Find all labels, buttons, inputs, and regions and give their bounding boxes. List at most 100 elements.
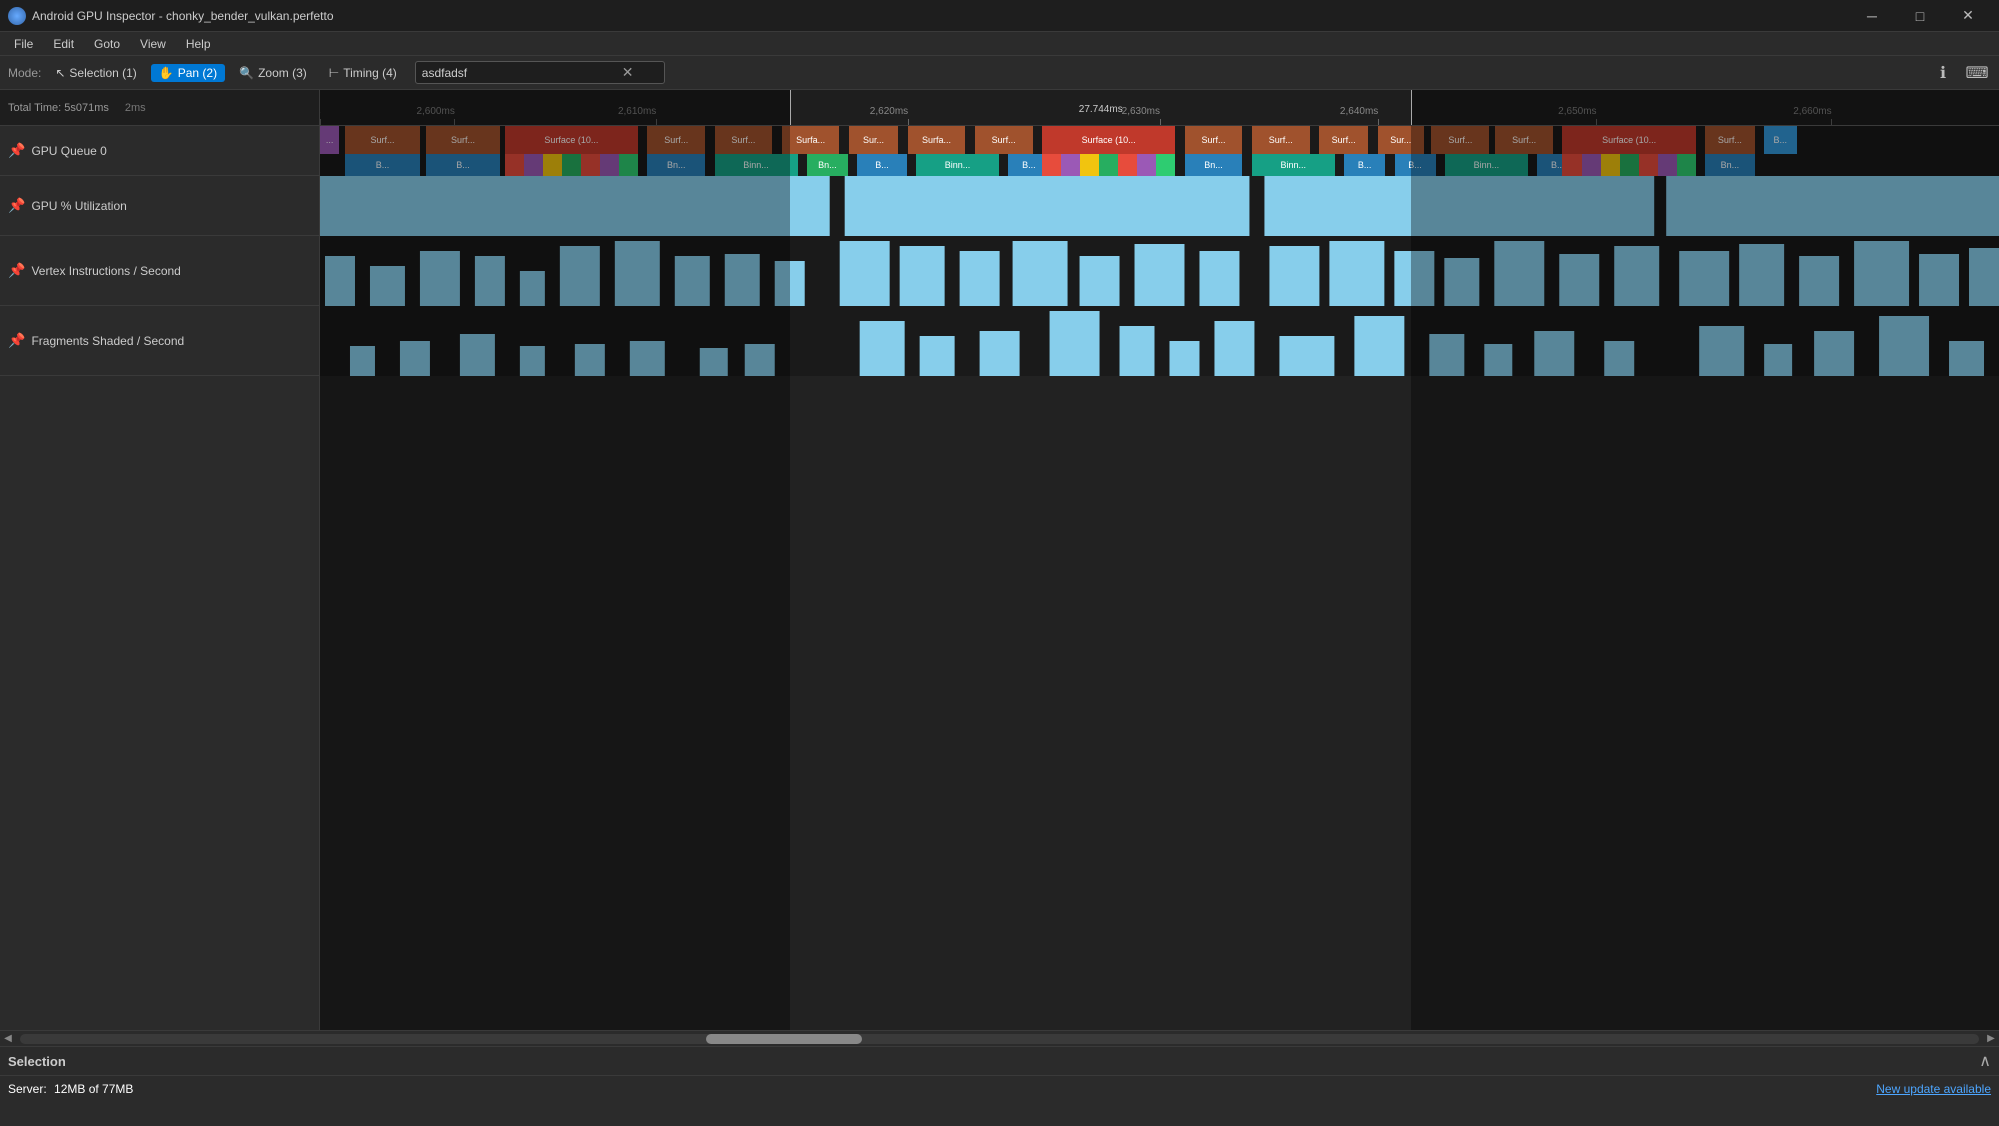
- gpu-util-content[interactable]: [320, 176, 1999, 236]
- timeline-header: Total Time: 5s071ms 2ms 2,590ms2,600ms2,…: [0, 90, 1999, 126]
- info-button[interactable]: ℹ: [1929, 59, 1957, 87]
- gpu-queue-segment-bottom[interactable]: Binn...: [1252, 154, 1336, 176]
- gpu-queue-segment-top[interactable]: Surfa...: [782, 126, 841, 154]
- mode-pan[interactable]: ✋ Pan (2): [151, 64, 225, 82]
- window-title: Android GPU Inspector - chonky_bender_vu…: [32, 9, 1849, 23]
- pin-icon-fragments[interactable]: 📌: [8, 332, 25, 349]
- menu-help[interactable]: Help: [176, 35, 221, 53]
- gpu-queue-segment-top[interactable]: Surface (10...: [1562, 126, 1696, 154]
- gpu-queue-segment-bottom[interactable]: B...: [857, 154, 907, 176]
- gpu-queue-segment-top[interactable]: Sur...: [849, 126, 899, 154]
- gpu-queue-segment-bottom[interactable]: Binn...: [1445, 154, 1529, 176]
- gpu-queue-segment-top[interactable]: Surf...: [975, 126, 1034, 154]
- scrollbar-area: ◀ ▶: [0, 1030, 1999, 1046]
- search-clear-button[interactable]: ✕: [622, 64, 634, 81]
- ruler-tick: 2,660ms: [1831, 119, 1832, 125]
- gpu-queue-segment-top[interactable]: ...: [320, 126, 340, 154]
- search-container: ✕: [415, 61, 665, 84]
- gpu-queue-segment-top[interactable]: Surface (10...: [505, 126, 639, 154]
- ruler-tick: 2,600ms: [454, 119, 455, 125]
- gpu-queue-segment-top[interactable]: Surf...: [1319, 126, 1369, 154]
- menu-file[interactable]: File: [4, 35, 43, 53]
- gpu-queue-segment-top[interactable]: Sur...: [1378, 126, 1425, 154]
- gpu-queue-segment-top[interactable]: Surf...: [1495, 126, 1554, 154]
- scroll-thumb[interactable]: [706, 1034, 863, 1044]
- gpu-queue-content[interactable]: ...Surf...Surf...Surface (10...Surf...Su…: [320, 126, 1999, 176]
- fragments-chart: [320, 306, 1999, 376]
- menu-edit[interactable]: Edit: [43, 35, 84, 53]
- gpu-queue-segment-top[interactable]: Surf...: [1431, 126, 1490, 154]
- bottom-panel-header: Selection ∧: [0, 1047, 1999, 1076]
- gpu-queue-segment-bottom[interactable]: Bn...: [1185, 154, 1244, 176]
- gpu-queue-segment-bottom[interactable]: [505, 154, 639, 176]
- empty-content-col: [320, 376, 1999, 1030]
- gpu-util-label: GPU % Utilization: [31, 199, 126, 213]
- track-row-vertex: 📌 Vertex Instructions / Second: [0, 236, 1999, 306]
- gpu-queue-segment-bottom[interactable]: Binn...: [916, 154, 1000, 176]
- fragments-content[interactable]: [320, 306, 1999, 376]
- gpu-queue-segment-top[interactable]: Surf...: [1252, 126, 1311, 154]
- gpu-queue-segment-bottom[interactable]: Bn...: [807, 154, 849, 176]
- server-value: 12MB of 77MB: [54, 1082, 133, 1096]
- ruler-label-area: Total Time: 5s071ms 2ms: [0, 90, 320, 125]
- shortcut-button[interactable]: ⌨: [1963, 59, 1991, 87]
- track-row-fragments: 📌 Fragments Shaded / Second: [0, 306, 1999, 376]
- menu-goto[interactable]: Goto: [84, 35, 130, 53]
- gpu-queue-segment-top[interactable]: Surf...: [1705, 126, 1755, 154]
- gpu-queue-segment-bottom[interactable]: B...: [1395, 154, 1437, 176]
- gpu-queue-segment-bottom[interactable]: [1042, 154, 1176, 176]
- mode-timing[interactable]: ⊢ Timing (4): [321, 64, 405, 82]
- scroll-track[interactable]: [20, 1034, 1979, 1044]
- minimize-button[interactable]: ─: [1849, 0, 1895, 32]
- scale-label: 2ms: [125, 102, 146, 114]
- pin-icon-gpu-util[interactable]: 📌: [8, 197, 25, 214]
- menu-view[interactable]: View: [130, 35, 176, 53]
- track-label-vertex: 📌 Vertex Instructions / Second: [0, 236, 320, 305]
- collapse-button[interactable]: ∧: [1979, 1051, 1991, 1071]
- selection-icon: ↖: [55, 66, 65, 80]
- timing-icon: ⊢: [329, 66, 339, 80]
- gpu-queue-segment-top[interactable]: Surf...: [1185, 126, 1244, 154]
- gpu-queue-segment-top[interactable]: B...: [1764, 126, 1798, 154]
- gpu-queue-segment-top[interactable]: Surf...: [647, 126, 706, 154]
- ruler-tick: 2,610ms: [656, 119, 657, 125]
- pin-icon-vertex[interactable]: 📌: [8, 262, 25, 279]
- toolbar: Mode: ↖ Selection (1) ✋ Pan (2) 🔍 Zoom (…: [0, 56, 1999, 90]
- gpu-queue-segment-top[interactable]: Surf...: [345, 126, 421, 154]
- gpu-queue-segment-top[interactable]: Surf...: [426, 126, 502, 154]
- fragments-label: Fragments Shaded / Second: [31, 334, 184, 348]
- gpu-queue-segment-bottom[interactable]: B...: [1344, 154, 1386, 176]
- scroll-right-arrow[interactable]: ▶: [1983, 1031, 1999, 1047]
- track-label-gpu-queue: 📌 GPU Queue 0: [0, 126, 320, 175]
- gpu-queue-segment-top[interactable]: Surfa...: [908, 126, 967, 154]
- server-info: Server: 12MB of 77MB: [8, 1082, 133, 1096]
- gpu-queue-segment-top[interactable]: Surf...: [715, 126, 774, 154]
- zoom-icon: 🔍: [239, 66, 254, 80]
- pin-icon-gpu-queue[interactable]: 📌: [8, 142, 25, 159]
- gpu-queue-label: GPU Queue 0: [31, 144, 106, 158]
- ruler-tick: 2,650ms: [1596, 119, 1597, 125]
- maximize-button[interactable]: □: [1897, 0, 1943, 32]
- gpu-queue-segment-bottom[interactable]: B...: [345, 154, 421, 176]
- empty-area: [0, 376, 1999, 1030]
- timeline-ruler[interactable]: 2,590ms2,600ms2,610ms2,620ms2,630ms2,640…: [320, 90, 1999, 125]
- selection-title: Selection: [8, 1054, 66, 1069]
- pan-label: Pan (2): [178, 66, 217, 80]
- gpu-queue-segment-bottom[interactable]: Bn...: [1705, 154, 1755, 176]
- gpu-queue-segment-bottom[interactable]: B...: [426, 154, 502, 176]
- gpu-queue-segment-bottom[interactable]: [1562, 154, 1696, 176]
- search-input[interactable]: [422, 66, 622, 80]
- scroll-left-arrow[interactable]: ◀: [0, 1031, 16, 1047]
- mode-selection[interactable]: ↖ Selection (1): [47, 64, 144, 82]
- mode-zoom[interactable]: 🔍 Zoom (3): [231, 64, 315, 82]
- window-controls: ─ □ ✕: [1849, 0, 1991, 32]
- gpu-queue-segment-bottom[interactable]: Binn...: [715, 154, 799, 176]
- gpu-queue-segment-bottom[interactable]: Bn...: [647, 154, 706, 176]
- close-button[interactable]: ✕: [1945, 0, 1991, 32]
- server-label: Server:: [8, 1082, 47, 1096]
- gpu-util-chart: [320, 176, 1999, 236]
- empty-label-col: [0, 376, 320, 1030]
- gpu-queue-segment-top[interactable]: Surface (10...: [1042, 126, 1176, 154]
- vertex-content[interactable]: [320, 236, 1999, 306]
- update-link[interactable]: New update available: [1876, 1082, 1991, 1096]
